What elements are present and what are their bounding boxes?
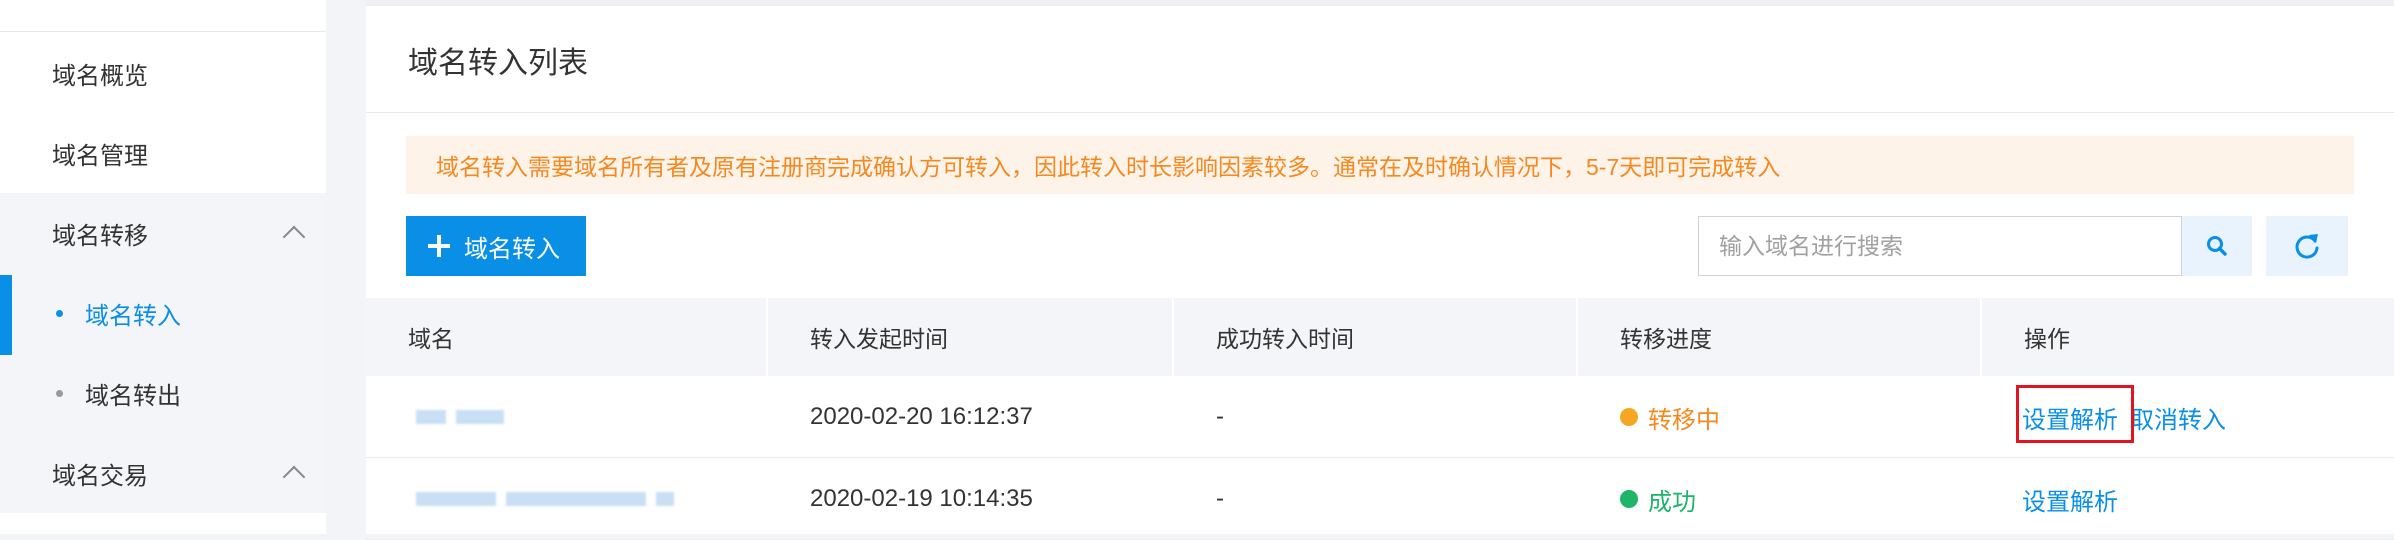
highlight-box [2016, 385, 2134, 443]
status-dot-icon [1620, 490, 1638, 508]
table-row: 2020-02-19 10:14:35 - 成功 设置解析 [366, 458, 2394, 540]
table-header: 域名 转入发起时间 成功转入时间 转移进度 操作 [366, 298, 2394, 376]
active-indicator [0, 275, 12, 355]
success-time-cell: - [1216, 485, 1224, 512]
app: 域名概览 域名管理 域名转移 域名转入 域名转出 域名交易 域名转入列表 域名转… [0, 0, 2394, 540]
column-header-start-time: 转入发起时间 [810, 326, 948, 352]
redacted-domain [416, 410, 446, 424]
redacted-domain [456, 410, 504, 424]
success-time-cell: - [1216, 403, 1224, 430]
title-divider [366, 112, 2394, 113]
sidebar-item-domain-transfer[interactable]: 域名转移 [0, 193, 326, 273]
sidebar-item-label: 域名交易 [52, 462, 148, 490]
domain-cell [366, 376, 766, 458]
column-header-actions: 操作 [2024, 326, 2070, 352]
notice-banner: 域名转入需要域名所有者及原有注册商完成确认方可转入，因此转入时长影响因素较多。通… [406, 136, 2354, 194]
sidebar-item-label: 域名转出 [85, 382, 181, 410]
sidebar: 域名概览 域名管理 域名转移 域名转入 域名转出 域名交易 [0, 0, 326, 534]
progress-cell: 转移中 [1578, 376, 1980, 458]
sidebar-item-domain-management[interactable]: 域名管理 [0, 113, 326, 193]
bullet-icon [56, 389, 63, 397]
redacted-domain [416, 492, 496, 506]
sidebar-group-transfer: 域名转移 域名转入 域名转出 [0, 193, 326, 433]
column-header-success-time: 成功转入时间 [1216, 326, 1354, 352]
page-title: 域名转入列表 [408, 47, 588, 80]
status-dot-icon [1620, 408, 1638, 426]
search-input[interactable] [1698, 216, 2182, 276]
sidebar-item-label: 域名转入 [85, 302, 181, 330]
status-text: 成功 [1648, 488, 1696, 516]
redacted-domain [506, 492, 646, 506]
progress-cell: 成功 [1578, 458, 1980, 540]
search-button[interactable] [2182, 216, 2252, 276]
actions-cell: 设置解析 [1982, 458, 2394, 540]
sidebar-item-label: 域名概览 [52, 62, 148, 90]
add-transfer-label: 域名转入 [464, 235, 560, 263]
add-transfer-button[interactable]: 域名转入 [406, 216, 586, 276]
refresh-icon [2295, 234, 2319, 259]
sidebar-divider [0, 31, 326, 32]
set-dns-link[interactable]: 设置解析 [2022, 482, 2118, 517]
refresh-button[interactable] [2266, 216, 2348, 276]
notice-text: 域名转入需要域名所有者及原有注册商完成确认方可转入，因此转入时长影响因素较多。通… [436, 154, 1781, 180]
status-text: 转移中 [1648, 406, 1720, 434]
cancel-transfer-link[interactable]: 取消转入 [2130, 400, 2226, 435]
column-header-progress: 转移进度 [1620, 326, 1712, 352]
sidebar-item-transfer-in[interactable]: 域名转入 [0, 273, 326, 353]
sidebar-item-domain-overview[interactable]: 域名概览 [0, 33, 326, 113]
domain-cell [366, 458, 766, 540]
plus-icon [428, 235, 450, 257]
column-header-domain: 域名 [408, 326, 454, 352]
sidebar-item-label: 域名转移 [52, 222, 148, 250]
start-time-cell: 2020-02-19 10:14:35 [810, 485, 1033, 512]
bullet-icon [56, 309, 63, 317]
chevron-up-icon[interactable] [282, 465, 306, 489]
sidebar-item-label: 域名管理 [52, 142, 148, 170]
start-time-cell: 2020-02-20 16:12:37 [810, 403, 1033, 430]
chevron-up-icon[interactable] [282, 225, 306, 249]
main-panel: 域名转入列表 域名转入需要域名所有者及原有注册商完成确认方可转入，因此转入时长影… [366, 0, 2394, 540]
sidebar-item-transfer-out[interactable]: 域名转出 [0, 353, 326, 433]
sidebar-item-domain-trading[interactable]: 域名交易 [0, 433, 326, 513]
top-edge [366, 0, 2394, 6]
redacted-domain [656, 492, 674, 506]
search-icon [2207, 236, 2227, 256]
